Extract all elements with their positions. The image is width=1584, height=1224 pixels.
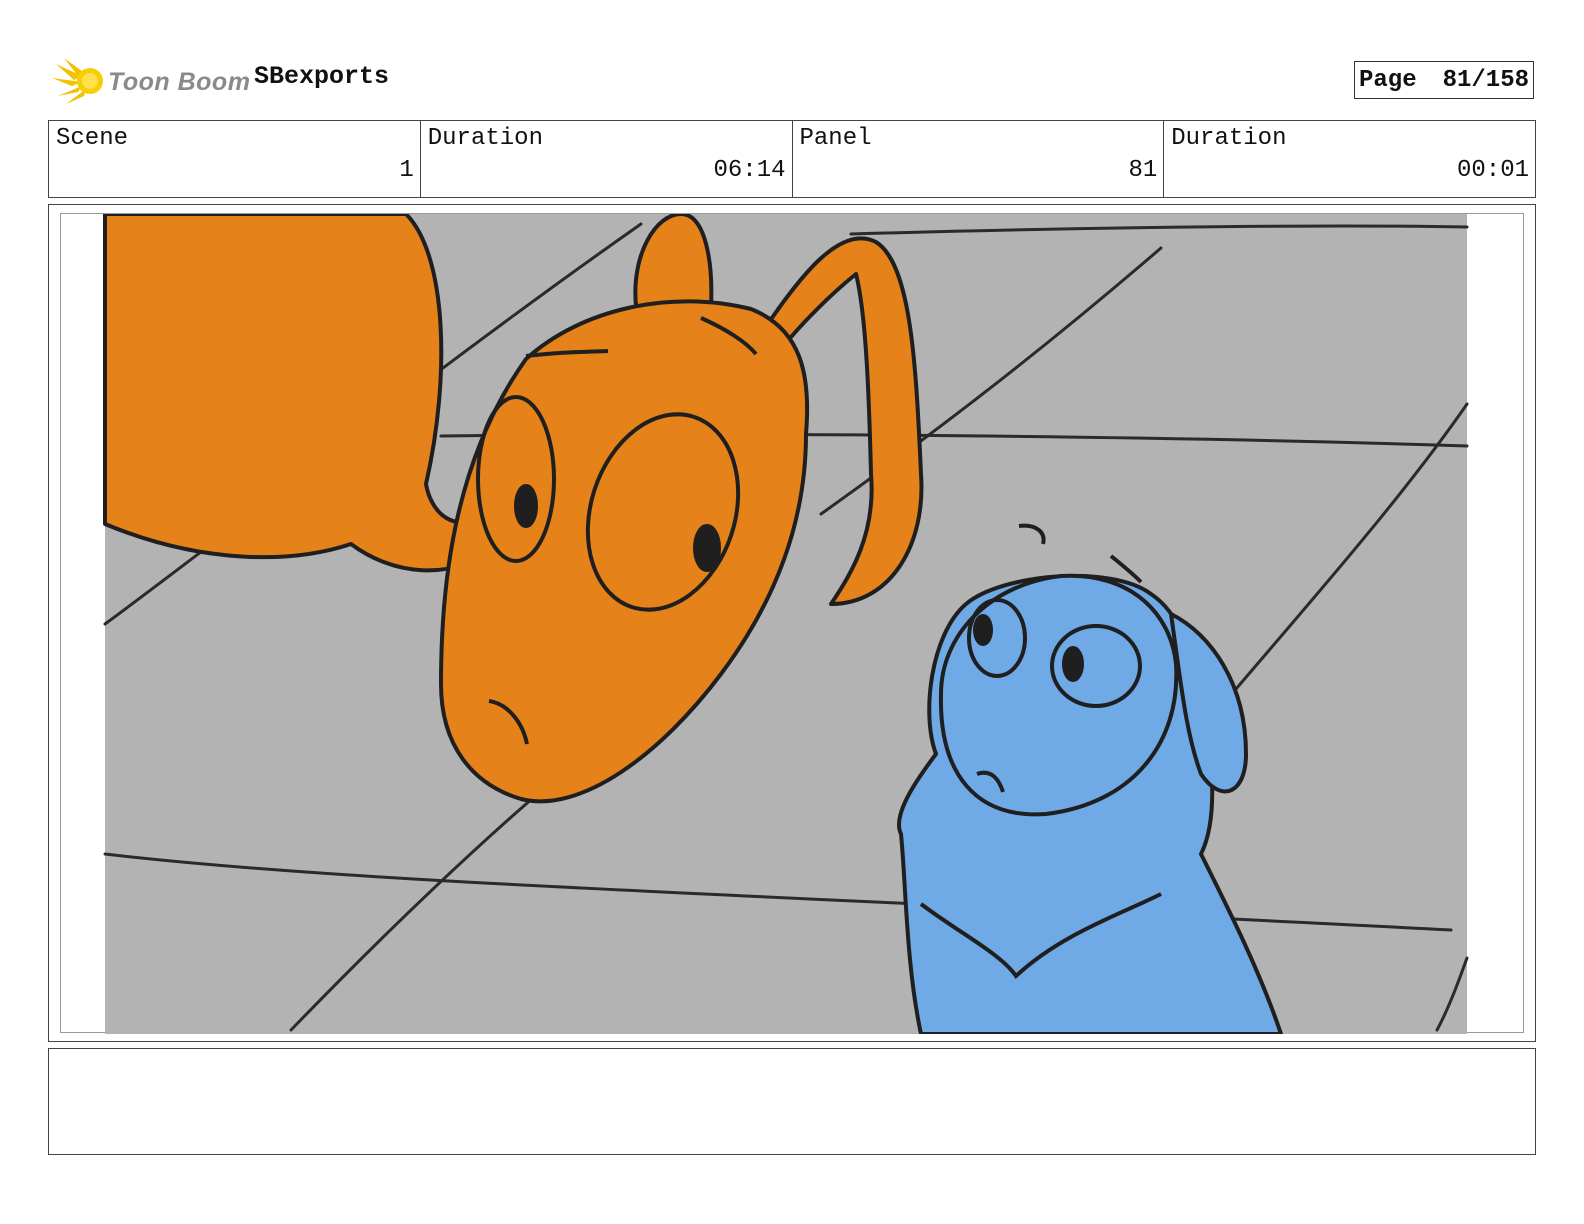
- panel-duration-label: Duration: [1171, 125, 1287, 152]
- scene-duration-label: Duration: [427, 125, 543, 152]
- page-indicator: Page 81/158: [1354, 61, 1534, 99]
- scene-duration-cell: Duration 06:14: [421, 121, 793, 197]
- storyboard-panel-frame: [48, 204, 1536, 1042]
- panel-duration-value: 00:01: [1456, 157, 1529, 184]
- panel-notes-box: [48, 1048, 1536, 1155]
- storyboard-panel-image: [60, 213, 1524, 1034]
- scene-duration-value: 06:14: [713, 157, 786, 184]
- panel-value: 81: [1128, 157, 1158, 184]
- page-header: Toon Boom SBexports Page 81/158: [48, 52, 1536, 112]
- project-name: SBexports: [254, 62, 390, 91]
- page-label: Page: [1358, 66, 1417, 94]
- panel-info-table: Scene 1 Duration 06:14 Panel 81 Duration…: [48, 120, 1536, 198]
- panel-drawing: [103, 214, 1469, 1034]
- scene-value: 1: [399, 157, 414, 184]
- panel-duration-cell: Duration 00:01: [1164, 121, 1535, 197]
- page-number: 81/158: [1442, 66, 1530, 94]
- panel-label: Panel: [799, 125, 872, 152]
- scene-label: Scene: [56, 125, 129, 152]
- toon-boom-logo: Toon Boom: [52, 56, 250, 106]
- panel-cell: Panel 81: [793, 121, 1165, 197]
- logo-text: Toon Boom: [108, 68, 251, 96]
- star-burst-icon: [52, 58, 103, 104]
- scene-cell: Scene 1: [49, 121, 421, 197]
